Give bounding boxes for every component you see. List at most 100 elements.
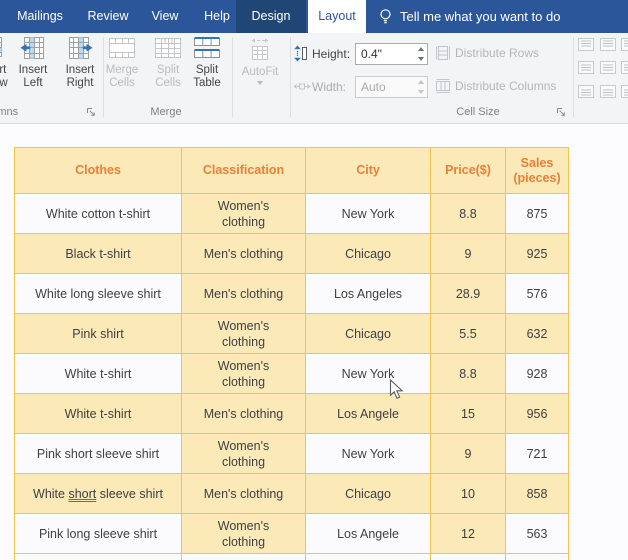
table-cell[interactable]: Pink short sleeve shirt (14, 433, 182, 474)
table-cell[interactable] (181, 553, 306, 560)
split-cells-label: Split Cells (155, 64, 181, 89)
table-cell[interactable]: White long sleeve shirt (14, 273, 182, 314)
table-cell[interactable]: Chicago (305, 233, 431, 274)
align-top-center-button[interactable] (600, 38, 616, 51)
tab-design[interactable]: Design (236, 0, 306, 33)
table-cell[interactable]: 9 (430, 433, 506, 474)
table-cell[interactable]: 10 (430, 473, 506, 514)
table-cell[interactable]: New York (305, 193, 431, 234)
column-header[interactable]: City (305, 147, 431, 194)
align-top-right-button[interactable] (621, 38, 628, 51)
mouse-cursor (389, 379, 404, 400)
table-body: White cotton t-shirt Women's clothing New … (14, 193, 569, 560)
height-spin-up-button[interactable] (414, 44, 427, 54)
group-divider (573, 37, 574, 117)
table-cell[interactable]: Women's clothing (181, 513, 306, 554)
table-row: Pink shirt Women's clothing Chicago 5.5 632 (14, 313, 569, 354)
insert-right-icon (69, 37, 93, 59)
table-cell[interactable]: 8.8 (430, 193, 506, 234)
table-cell[interactable]: White short sleeve shirt (14, 473, 182, 514)
tab-help[interactable]: Help (199, 0, 235, 33)
autofit-button[interactable]: AutoFit (236, 36, 284, 85)
tab-view[interactable]: View (148, 0, 182, 33)
insert-right-label: Insert Right (65, 64, 95, 89)
align-bottom-right-button[interactable] (621, 85, 628, 98)
table-cell[interactable]: Men's clothing (181, 473, 306, 514)
spin-down-icon (417, 57, 424, 61)
distribute-columns-button[interactable]: Distribute Columns (436, 79, 556, 93)
column-header[interactable]: Sales (pieces) (505, 147, 569, 194)
height-spinner (414, 43, 428, 65)
table-cell[interactable]: White cotton t-shirt (14, 193, 182, 234)
table-cell[interactable]: New York (305, 433, 431, 474)
align-bottom-center-button[interactable] (600, 85, 616, 98)
rows-columns-dialog-launcher-icon[interactable] (86, 107, 97, 118)
table-cell[interactable]: 925 (505, 233, 569, 274)
table-cell[interactable]: White t-shirt (14, 353, 182, 394)
tab-review[interactable]: Review (84, 0, 132, 33)
table-row: Pink long sleeve shirt Women's clothing Lo… (14, 513, 569, 554)
table-cell[interactable]: Los Angele (305, 393, 431, 434)
table-cell[interactable]: Women's clothing (181, 193, 306, 234)
table-cell[interactable]: 576 (505, 273, 569, 314)
table-cell[interactable]: New York (305, 353, 431, 394)
column-header[interactable]: Classification (181, 147, 306, 194)
table-cell[interactable]: 12 (430, 513, 506, 554)
table-cell[interactable]: Pink long sleeve shirt (14, 513, 182, 554)
table-cell[interactable]: 875 (505, 193, 569, 234)
table-cell[interactable]: 8.8 (430, 353, 506, 394)
table-cell[interactable]: 956 (505, 393, 569, 434)
table-cell[interactable]: 28.9 (430, 273, 506, 314)
insert-right-button[interactable]: Insert Right (56, 36, 104, 90)
table-cell[interactable]: Men's clothing (181, 233, 306, 274)
table-cell[interactable]: Women's clothing (181, 313, 306, 354)
height-field-label: Height: (312, 47, 351, 61)
table-cell[interactable]: Black t-shirt (14, 233, 182, 274)
table-cell[interactable]: 9 (430, 233, 506, 274)
table-cell[interactable]: Los Angele (305, 513, 431, 554)
split-cells-button[interactable]: Split Cells (147, 36, 189, 90)
table-cell[interactable]: Men's clothing (181, 393, 306, 434)
table-cell[interactable]: 721 (505, 433, 569, 474)
table-cell[interactable]: Men's clothing (181, 273, 306, 314)
table-cell[interactable]: White t-shirt (14, 393, 182, 434)
table-cell[interactable]: 563 (505, 513, 569, 554)
table-cell[interactable]: Women's clothing (181, 353, 306, 394)
column-header[interactable]: Price($) (430, 147, 506, 194)
split-table-button[interactable]: Split Table (185, 36, 229, 90)
table-cell[interactable]: Women's clothing (181, 433, 306, 474)
align-center-button[interactable] (600, 61, 616, 74)
merge-cells-button[interactable]: Merge Cells (99, 36, 145, 90)
tab-layout-active[interactable]: Layout (308, 0, 366, 33)
table-cell[interactable]: 15 (430, 393, 506, 434)
table-cell[interactable]: Chicago (305, 313, 431, 354)
align-bottom-left-button[interactable] (578, 85, 594, 98)
table-cell[interactable]: 5.5 (430, 313, 506, 354)
table-cell[interactable]: 928 (505, 353, 569, 394)
table-cell[interactable]: Chicago (305, 473, 431, 514)
width-spin-down-button[interactable] (414, 87, 427, 97)
spin-up-icon (417, 80, 424, 84)
table-cell[interactable] (14, 553, 182, 560)
table-cell[interactable]: 632 (505, 313, 569, 354)
align-center-left-icon (578, 61, 594, 74)
cell-size-dialog-launcher-icon[interactable] (556, 107, 567, 118)
align-top-left-button[interactable] (578, 38, 594, 51)
table-header-row: Clothes Classification City Price($) Sales (… (14, 147, 569, 194)
insert-left-button[interactable]: Insert Left (9, 36, 57, 90)
table-cell[interactable] (305, 553, 431, 560)
table-cell[interactable]: 858 (505, 473, 569, 514)
tab-mailings[interactable]: Mailings (10, 0, 70, 33)
table-cell[interactable]: Pink shirt (14, 313, 182, 354)
table-cell[interactable] (430, 553, 506, 560)
align-center-left-button[interactable] (578, 61, 594, 74)
table-cell[interactable]: Los Angeles (305, 273, 431, 314)
align-center-right-button[interactable] (621, 61, 628, 74)
distribute-rows-button[interactable]: Distribute Rows (436, 46, 539, 60)
height-spin-down-button[interactable] (414, 54, 427, 64)
merge-group-label: Merge (150, 106, 182, 118)
column-header[interactable]: Clothes (14, 147, 182, 194)
tell-me-box[interactable]: Tell me what you want to do (378, 0, 560, 33)
table-cell[interactable] (505, 553, 569, 560)
width-spin-up-button[interactable] (414, 77, 427, 87)
